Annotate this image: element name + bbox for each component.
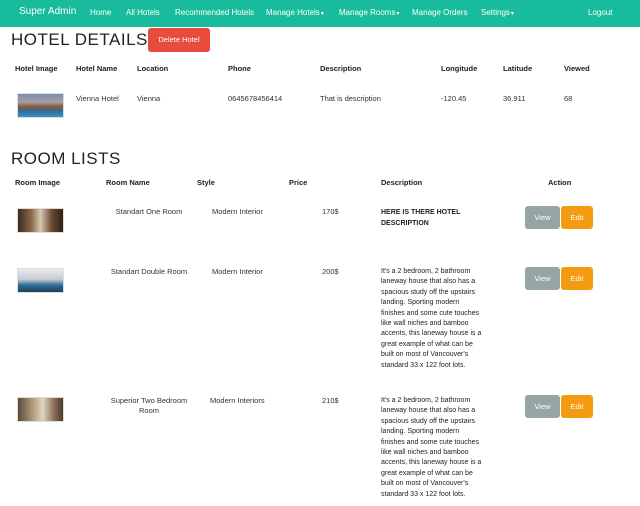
chevron-down-icon: ▾: [320, 11, 324, 17]
description-line: standard 33 x 122 foot lots.: [381, 361, 466, 369]
nav-recommended-hotels[interactable]: Recommended Hotels: [175, 8, 254, 17]
room-description: It's a 2 bedroom, 2 bathroom laneway hou…: [381, 267, 501, 371]
col-room-name: Room Name: [106, 178, 150, 187]
room-style: Modern Interior: [212, 207, 263, 216]
room-name: Superior Two Bedroom Room: [96, 396, 202, 416]
edit-room-button[interactable]: Edit: [561, 267, 593, 290]
col-phone: Phone: [228, 64, 251, 73]
col-latitude: Latitude: [503, 64, 533, 73]
hotel-phone: 0645678456414: [228, 94, 283, 103]
col-longitude: Longitude: [441, 64, 478, 73]
col-action: Action: [548, 178, 572, 187]
description-line: It's a 2 bedroom, 2 bathroom: [381, 268, 471, 275]
room-price: 200$: [322, 267, 339, 276]
room-name: Standart Double Room: [110, 267, 188, 276]
nav-home[interactable]: Home: [90, 8, 111, 17]
nav-manage-orders[interactable]: Manage Orders: [412, 8, 468, 17]
hotel-location: Vienna: [137, 94, 161, 103]
nav-logout[interactable]: Logout: [588, 8, 612, 17]
room-style: Modern Interior: [212, 267, 263, 276]
hotel-longitude: -120.45: [441, 94, 467, 103]
description-line: It's a 2 bedroom, 2 bathroom: [381, 397, 471, 404]
description-line: spacious study off the upstairs: [381, 288, 476, 296]
room-description: It's a 2 bedroom, 2 bathroom laneway hou…: [381, 396, 501, 500]
hotel-description: That is description: [320, 94, 381, 103]
col-room-image: Room Image: [15, 178, 61, 187]
edit-room-button[interactable]: Edit: [561, 395, 593, 418]
description-line: standard 33 x 122 foot lots.: [381, 490, 466, 498]
nav-manage-rooms[interactable]: Manage Rooms▾: [339, 8, 400, 17]
top-navbar: Super Admin Home All Hotels Recommended …: [0, 0, 640, 27]
description-line: landing. Sporting modern: [381, 428, 460, 436]
view-room-button[interactable]: View: [525, 206, 560, 229]
description-line: laneway house that also has a: [381, 407, 476, 415]
room-lists-title: ROOM LISTS: [11, 149, 121, 168]
brand-link[interactable]: Super Admin: [19, 6, 76, 17]
description-line: laneway house that also has a: [381, 278, 476, 286]
view-room-button[interactable]: View: [525, 395, 560, 418]
nav-settings-label: Settings: [481, 8, 510, 17]
col-hotel-image: Hotel Image: [15, 64, 58, 73]
hotel-name: Vienna Hotel: [76, 94, 119, 103]
description-line: HERE IS THERE HOTEL: [381, 209, 461, 216]
hotel-image: [17, 93, 64, 118]
room-price: 170$: [322, 207, 339, 216]
room-image: [17, 208, 64, 233]
room-image: [17, 268, 64, 293]
col-description: Description: [320, 64, 362, 73]
nav-all-hotels[interactable]: All Hotels: [126, 8, 160, 17]
edit-room-button[interactable]: Edit: [561, 206, 593, 229]
room-name: Standart One Room: [115, 207, 183, 216]
description-line: built on most of Vancouver's: [381, 480, 469, 488]
room-price: 210$: [322, 396, 339, 405]
description-line: accents, this laneway house is a: [381, 459, 482, 467]
description-line: DESCRIPTION: [381, 220, 429, 227]
view-room-button[interactable]: View: [525, 267, 560, 290]
col-style: Style: [197, 178, 215, 187]
hotel-latitude: 36.911: [503, 94, 526, 103]
nav-manage-hotels-label: Manage Hotels: [266, 8, 320, 17]
room-image: [17, 397, 64, 422]
room-style: Modern Interiors: [210, 396, 265, 405]
chevron-down-icon: ▾: [396, 11, 400, 17]
nav-manage-hotels[interactable]: Manage Hotels▾: [266, 8, 324, 17]
description-line: like wall niches and bamboo: [381, 449, 469, 457]
description-line: spacious study off the upstairs: [381, 417, 476, 425]
description-line: like wall niches and bamboo: [381, 320, 469, 328]
col-viewed: Viewed: [564, 64, 590, 73]
col-location: Location: [137, 64, 169, 73]
room-description: HERE IS THERE HOTEL DESCRIPTION: [381, 207, 481, 229]
description-line: finishes and some cute touches: [381, 438, 480, 446]
description-line: landing. Sporting modern: [381, 299, 460, 307]
col-room-description: Description: [381, 178, 423, 187]
col-price: Price: [289, 178, 308, 187]
nav-manage-rooms-label: Manage Rooms: [339, 8, 396, 17]
chevron-down-icon: ▾: [510, 11, 514, 17]
col-hotel-name: Hotel Name: [76, 64, 118, 73]
hotel-viewed: 68: [564, 94, 573, 103]
nav-settings[interactable]: Settings▾: [481, 8, 514, 17]
description-line: built on most of Vancouver's: [381, 351, 469, 359]
delete-hotel-button[interactable]: Delete Hotel: [148, 28, 210, 52]
description-line: accents, this laneway house is a: [381, 330, 482, 338]
hotel-details-title: HOTEL DETAILS: [11, 30, 148, 49]
description-line: great example of what can be: [381, 340, 473, 348]
room-name-line: Superior Two Bedroom: [110, 396, 188, 405]
room-name-line: Room: [138, 406, 159, 415]
description-line: finishes and some cute touches: [381, 309, 480, 317]
description-line: great example of what can be: [381, 469, 473, 477]
